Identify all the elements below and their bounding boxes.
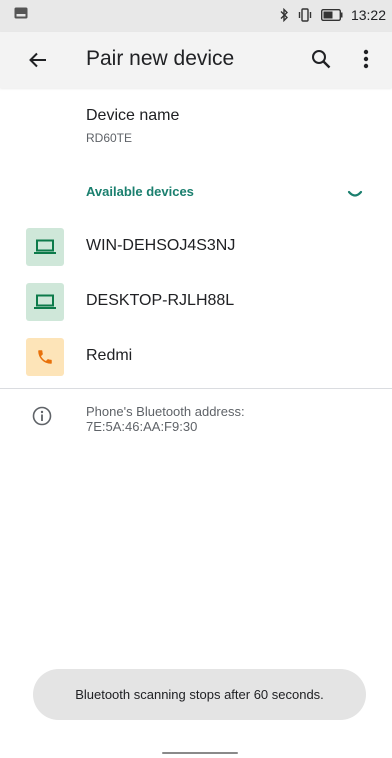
more-options-button[interactable] bbox=[354, 46, 378, 72]
app-bar: Pair new device bbox=[0, 32, 392, 88]
page-title: Pair new device bbox=[86, 47, 235, 70]
image-icon bbox=[14, 7, 28, 19]
status-time: 13:22 bbox=[350, 7, 386, 23]
phone-icon bbox=[26, 338, 64, 376]
device-item-win-dehsoj4s3nj[interactable]: WIN-DEHSOJ4S3NJ bbox=[0, 227, 392, 267]
back-button[interactable] bbox=[26, 48, 50, 72]
status-bar: 13:22 bbox=[0, 0, 392, 32]
device-item-desktop-rjlh88l[interactable]: DESKTOP-RJLH88L bbox=[0, 282, 392, 322]
battery-icon bbox=[320, 9, 343, 21]
device-name-value: RD60TE bbox=[86, 131, 133, 145]
device-name: WIN-DEHSOJ4S3NJ bbox=[86, 237, 236, 254]
device-name: DESKTOP-RJLH88L bbox=[86, 292, 235, 309]
more-vert-icon bbox=[363, 49, 369, 69]
device-name: Redmi bbox=[86, 347, 133, 364]
laptop-icon bbox=[26, 228, 64, 266]
scanning-progress-icon bbox=[347, 190, 363, 197]
scan-toast: Bluetooth scanning stops after 60 second… bbox=[33, 669, 366, 720]
info-icon bbox=[32, 406, 52, 426]
status-icons: 13:22 bbox=[279, 5, 386, 25]
device-name-item[interactable]: Device name RD60TE bbox=[0, 98, 392, 160]
available-devices-header: Available devices bbox=[86, 184, 194, 199]
device-name-label: Device name bbox=[86, 107, 180, 124]
bluetooth-address-text: Phone's Bluetooth address: 7E:5A:46:AA:F… bbox=[86, 404, 245, 434]
arrow-back-icon bbox=[29, 52, 46, 68]
laptop-icon bbox=[26, 283, 64, 321]
toast-text: Bluetooth scanning stops after 60 second… bbox=[75, 687, 324, 702]
search-icon bbox=[312, 50, 331, 69]
gesture-navigation-bar[interactable] bbox=[162, 752, 238, 754]
bluetooth-icon bbox=[279, 8, 289, 22]
divider bbox=[0, 388, 392, 389]
device-item-redmi[interactable]: Redmi bbox=[0, 337, 392, 377]
vibrate-icon bbox=[297, 8, 313, 22]
bluetooth-address-info: Phone's Bluetooth address: 7E:5A:46:AA:F… bbox=[0, 400, 392, 450]
search-button[interactable] bbox=[308, 46, 334, 72]
